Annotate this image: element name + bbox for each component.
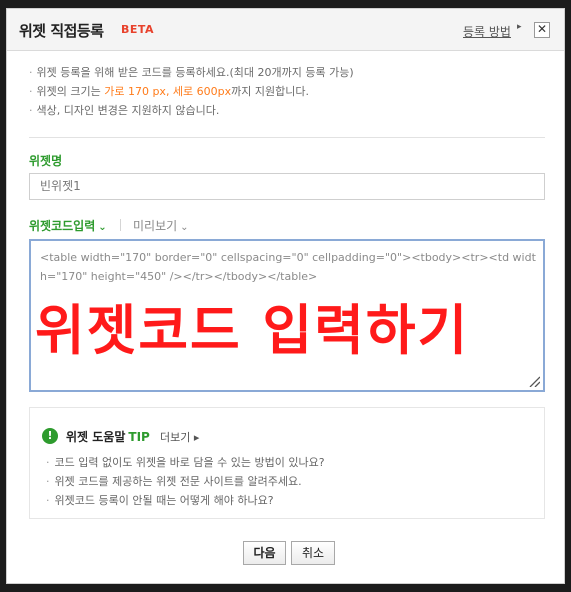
- bullet-icon: ·: [29, 66, 33, 79]
- tip-item[interactable]: · 위젯코드 등록이 안될 때는 어떻게 해야 하나요?: [46, 491, 325, 510]
- tip-item[interactable]: · 위젯 코드를 제공하는 위젯 전문 사이트를 알려주세요.: [46, 472, 325, 491]
- tip-item[interactable]: · 코드 입력 없이도 위젯을 바로 담을 수 있는 방법이 있나요?: [46, 453, 325, 472]
- dialog-title: 위젯 직접등록: [19, 22, 104, 40]
- tip-item-text: 위젯 코드를 제공하는 위젯 전문 사이트를 알려주세요.: [54, 475, 302, 488]
- notice-text: 위젯 등록을 위해 받은 코드를 등록하세요.(최대 20개까지 등록 가능): [36, 66, 354, 79]
- tab-preview-label: 미리보기: [133, 219, 178, 233]
- tip-item-text: 코드 입력 없이도 위젯을 바로 담을 수 있는 방법이 있나요?: [54, 456, 325, 469]
- cancel-button[interactable]: 취소: [291, 541, 335, 565]
- notice-item: · 색상, 디자인 변경은 지원하지 않습니다.: [29, 101, 354, 120]
- resize-handle-icon[interactable]: [528, 375, 540, 387]
- dialog-titlebar: 위젯 직접등록 BETA 등록 방법 ▸ ✕: [7, 9, 564, 51]
- next-button[interactable]: 다음: [243, 541, 286, 565]
- notice-text: 위젯의 크기는: [36, 85, 105, 98]
- beta-badge: BETA: [121, 23, 155, 36]
- tab-preview[interactable]: 미리보기 ⌄: [133, 217, 189, 234]
- help-arrow-icon: ▸: [517, 22, 522, 32]
- notice-item: · 위젯 등록을 위해 받은 코드를 등록하세요.(최대 20개까지 등록 가능): [29, 63, 354, 82]
- instruction-overlay-text: 위젯코드 입력하기: [35, 299, 470, 362]
- tab-widget-code[interactable]: 위젯코드입력 ⌄: [29, 217, 107, 234]
- chevron-down-icon: ⌄: [180, 222, 189, 233]
- notice-text: 색상, 디자인 변경은 지원하지 않습니다.: [36, 104, 220, 117]
- bullet-icon: ·: [46, 494, 50, 507]
- tip-title: 위젯 도움말 TIP: [66, 428, 150, 445]
- bullet-icon: ·: [29, 85, 33, 98]
- tip-list: · 코드 입력 없이도 위젯을 바로 담을 수 있는 방법이 있나요? · 위젯 코…: [46, 453, 325, 510]
- tip-item-text: 위젯코드 등록이 안될 때는 어떻게 해야 하나요?: [54, 494, 274, 507]
- tip-panel: ! 위젯 도움말 TIP 더보기 ▸ · 코드 입력 없이도 위젯을 바로 담을 수…: [29, 407, 545, 519]
- widget-code-text: <table width="170" border="0" cellspacin…: [40, 251, 536, 283]
- tip-title-text: 위젯 도움말: [66, 430, 126, 444]
- bullet-icon: ·: [46, 456, 50, 469]
- close-button[interactable]: ✕: [534, 22, 550, 38]
- info-icon: !: [42, 428, 58, 444]
- bullet-icon: ·: [29, 104, 33, 117]
- notice-size-highlight: 가로 170 px, 세로 600px: [104, 85, 232, 98]
- notice-text-tail: 까지 지원합니다.: [231, 85, 310, 98]
- registration-help-link[interactable]: 등록 방법: [463, 23, 511, 40]
- tip-accent: TIP: [128, 430, 150, 444]
- notice-list: · 위젯 등록을 위해 받은 코드를 등록하세요.(최대 20개까지 등록 가능)…: [29, 63, 354, 120]
- notice-item: · 위젯의 크기는 가로 170 px, 세로 600px까지 지원합니다.: [29, 82, 354, 101]
- tab-separator: [120, 219, 121, 231]
- widget-name-label: 위젯명: [29, 154, 63, 168]
- section-divider: [29, 137, 545, 138]
- widget-name-input[interactable]: 빈위젯1: [29, 173, 545, 200]
- chevron-down-icon: ⌄: [98, 222, 107, 233]
- widget-register-dialog: 위젯 직접등록 BETA 등록 방법 ▸ ✕ · 위젯 등록을 위해 받은 코드를…: [6, 8, 565, 584]
- tip-more-link[interactable]: 더보기 ▸: [160, 429, 199, 445]
- bullet-icon: ·: [46, 475, 50, 488]
- tab-widget-code-label: 위젯코드입력: [29, 219, 96, 233]
